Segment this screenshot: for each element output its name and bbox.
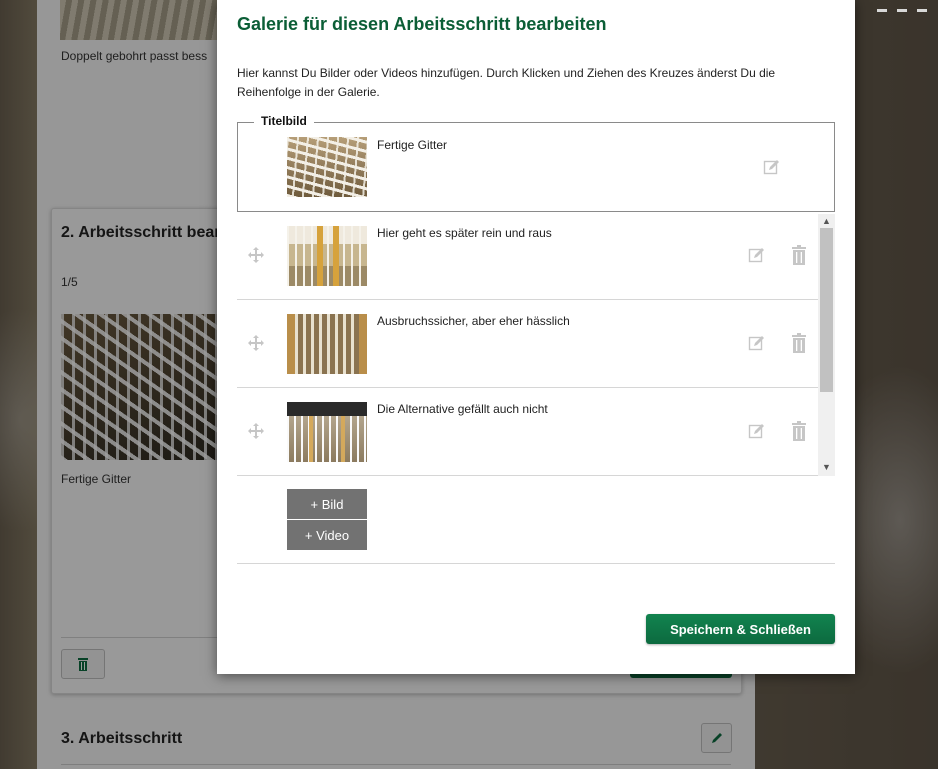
- gallery-item-thumbnail[interactable]: [287, 402, 367, 462]
- move-icon: [248, 247, 264, 263]
- gallery-item-caption: Ausbruchssicher, aber eher hässlich: [377, 314, 570, 328]
- gallery-item: Die Alternative gefällt auch nicht: [237, 388, 818, 476]
- modal-title: Galerie für diesen Arbeitsschritt bearbe…: [237, 14, 607, 34]
- gallery-item-thumbnail[interactable]: [287, 226, 367, 286]
- gallery-item-delete-button[interactable]: [788, 244, 810, 266]
- save-and-close-button[interactable]: Speichern & Schließen: [646, 614, 835, 644]
- gallery-item-caption: Hier geht es später rein und raus: [377, 226, 552, 240]
- add-video-button[interactable]: + Video: [287, 520, 367, 550]
- move-icon: [248, 335, 264, 351]
- gallery-item-thumbnail[interactable]: [287, 314, 367, 374]
- gallery-item-caption: Die Alternative gefällt auch nicht: [377, 402, 548, 416]
- cover-edit-button[interactable]: [761, 156, 783, 178]
- gallery-item-delete-button[interactable]: [788, 332, 810, 354]
- scrollbar-thumb[interactable]: [820, 228, 833, 392]
- move-icon: [248, 423, 264, 439]
- drag-handle[interactable]: [245, 420, 267, 442]
- gallery-modal: Galerie für diesen Arbeitsschritt bearbe…: [217, 0, 855, 674]
- drag-handle[interactable]: [245, 244, 267, 266]
- gallery-list[interactable]: Hier geht es später rein und raus Ausbru…: [237, 212, 835, 476]
- cover-caption: Fertige Gitter: [377, 138, 448, 152]
- edit-icon: [748, 424, 764, 439]
- trash-icon: [792, 245, 806, 265]
- scroll-down-arrow[interactable]: ▼: [818, 460, 835, 474]
- gallery-scrollbar[interactable]: ▲ ▼: [818, 214, 835, 476]
- add-section-divider: [237, 563, 835, 564]
- scroll-up-arrow[interactable]: ▲: [818, 214, 835, 228]
- add-image-button[interactable]: + Bild: [287, 489, 367, 519]
- gallery-item-delete-button[interactable]: [788, 420, 810, 442]
- cover-image-section: Titelbild Fertige Gitter: [237, 114, 835, 212]
- modal-description: Hier kannst Du Bilder oder Videos hinzuf…: [237, 66, 776, 99]
- gallery-item-edit-button[interactable]: [746, 244, 768, 266]
- cover-image-legend: Titelbild: [254, 114, 314, 128]
- trash-icon: [792, 333, 806, 353]
- cover-thumbnail[interactable]: [287, 137, 367, 197]
- gallery-item: Ausbruchssicher, aber eher hässlich: [237, 300, 818, 388]
- drag-handle[interactable]: [245, 332, 267, 354]
- edit-icon: [748, 336, 764, 351]
- edit-icon: [748, 248, 764, 263]
- background-toolbar: [867, 0, 938, 12]
- trash-icon: [792, 421, 806, 441]
- gallery-item-edit-button[interactable]: [746, 420, 768, 442]
- gallery-item: Hier geht es später rein und raus: [237, 212, 818, 300]
- gallery-item-edit-button[interactable]: [746, 332, 768, 354]
- edit-icon: [763, 160, 779, 175]
